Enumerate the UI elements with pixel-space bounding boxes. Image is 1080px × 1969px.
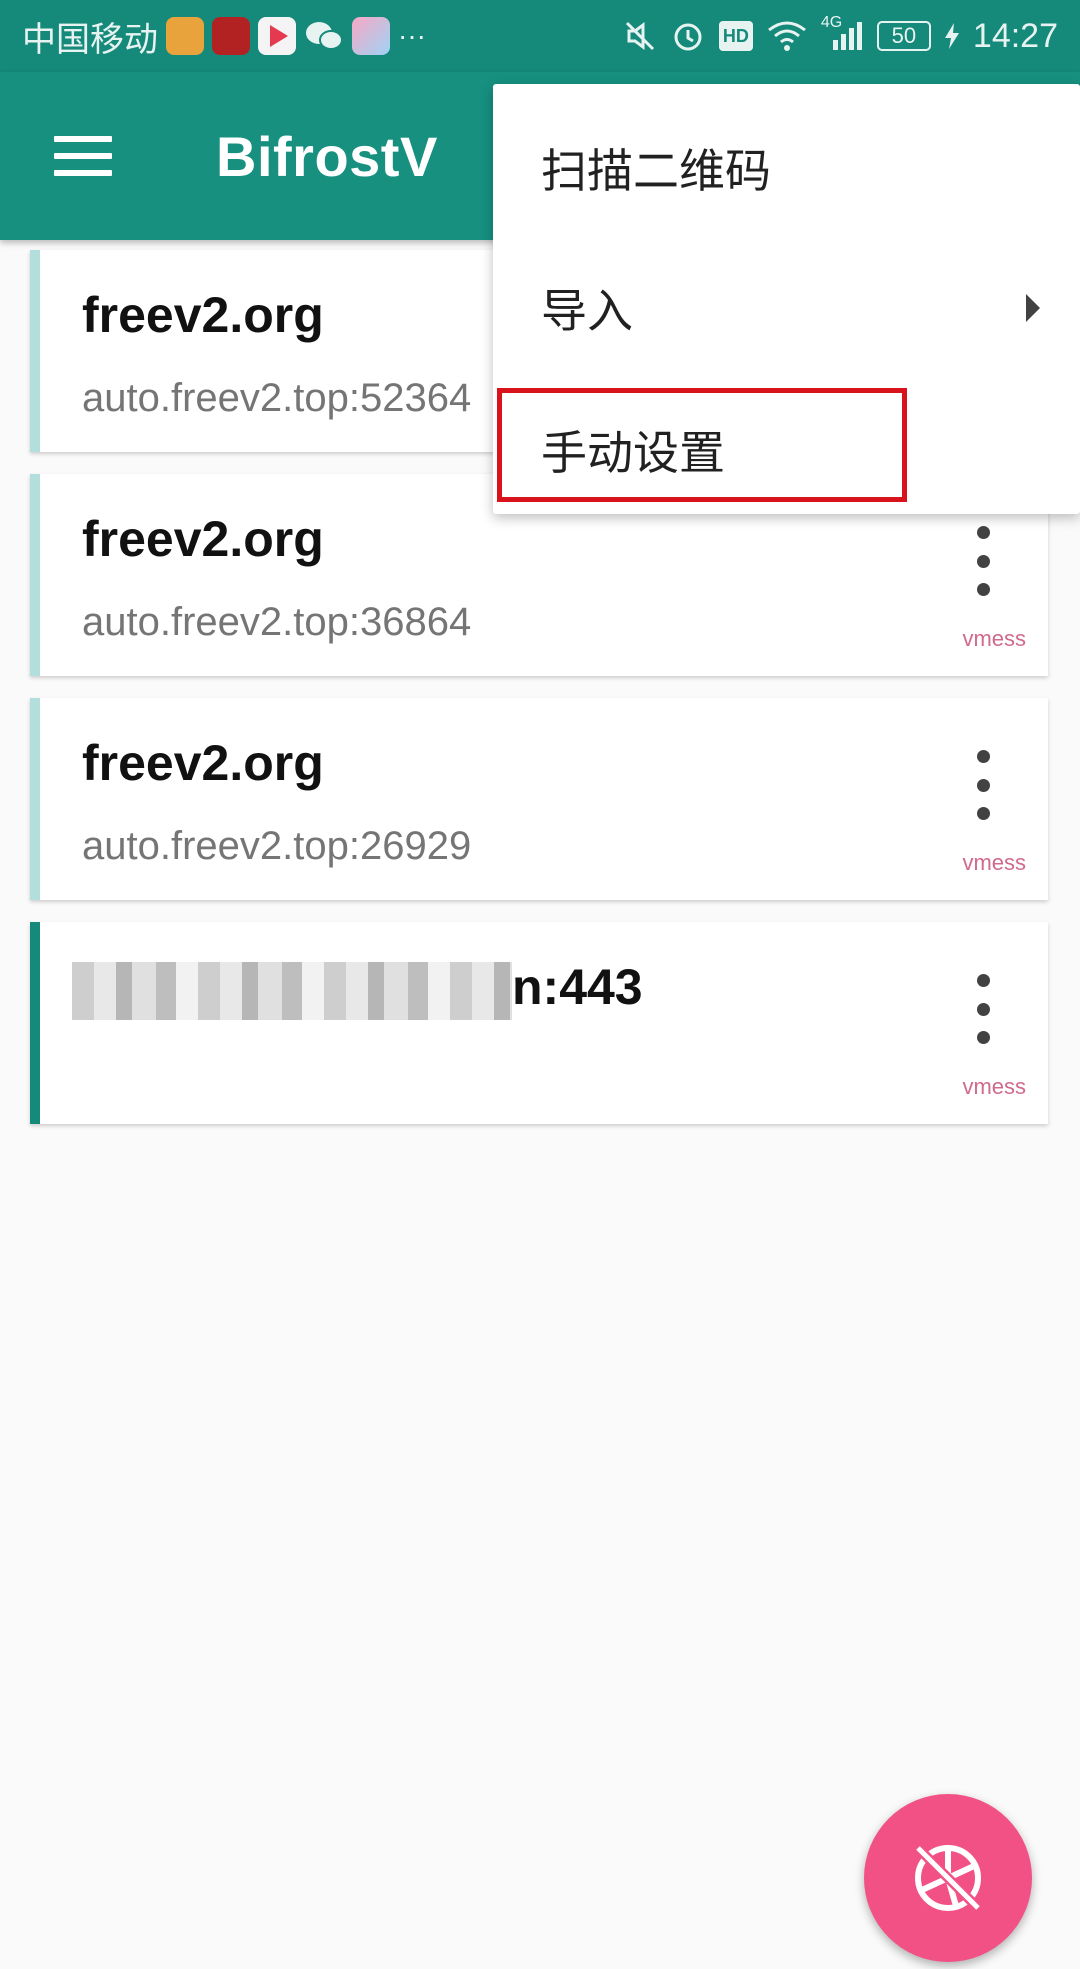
server-card[interactable]: freev2.org auto.freev2.top:26929 vmess (30, 698, 1048, 900)
redacted-text (72, 961, 512, 1020)
more-vert-icon[interactable] (976, 974, 990, 1044)
server-name: freev2.org (82, 287, 324, 343)
server-name: n:443 (72, 958, 643, 1020)
menu-item-label: 手动设置 (541, 426, 725, 480)
more-notifications-indicator: ··· (398, 20, 426, 51)
server-card-selected[interactable]: n:443 vmess (30, 922, 1048, 1124)
submenu-arrow-icon (1026, 294, 1040, 322)
server-type: vmess (962, 626, 1026, 651)
hamburger-icon[interactable] (54, 136, 112, 176)
server-address: auto.freev2.top:26929 (82, 824, 472, 868)
app-notification-icon (352, 17, 390, 55)
menu-item-label: 导入 (541, 284, 633, 338)
cellular-signal-icon: 4G (821, 14, 863, 52)
mute-icon (623, 19, 657, 53)
screen: 中国移动 ··· HD 4G 50 14:27 BifrostV freev2.… (0, 0, 1080, 1969)
clock: 14:27 (972, 16, 1058, 55)
server-address: auto.freev2.top:36864 (82, 600, 472, 644)
hd-icon: HD (718, 21, 753, 51)
airplane-off-icon[interactable] (864, 1794, 1032, 1962)
more-vert-icon[interactable] (976, 750, 990, 820)
wechat-icon (304, 19, 344, 53)
carrier-label: 中国移动 (22, 20, 158, 59)
charging-icon (944, 23, 959, 49)
notification-app-icon (166, 17, 204, 55)
video-app-icon (258, 17, 296, 55)
server-address: auto.freev2.top:52364 (82, 376, 472, 420)
menu-item-manual-setup[interactable]: 手动设置 (493, 380, 1080, 520)
server-name: freev2.org (82, 511, 324, 567)
menu-item-import[interactable]: 导入 (493, 238, 1080, 378)
alarm-icon (671, 19, 705, 53)
overflow-popup-menu: 扫描二维码 导入 手动设置 (493, 84, 1080, 514)
status-bar: 中国移动 ··· HD 4G 50 14:27 (0, 0, 1080, 72)
app-title: BifrostV (216, 125, 438, 188)
menu-item-scan-qr[interactable]: 扫描二维码 (493, 98, 1080, 238)
server-type: vmess (962, 1074, 1026, 1099)
more-vert-icon[interactable] (976, 526, 990, 596)
battery-icon: 50 (876, 21, 931, 51)
status-right: HD 4G 50 14:27 (623, 14, 1058, 56)
server-name-suffix: n:443 (512, 959, 643, 1015)
server-name: freev2.org (82, 735, 324, 791)
server-type: vmess (962, 850, 1026, 875)
notification-app-icon (212, 17, 250, 55)
status-left: 中国移动 ··· (22, 12, 426, 61)
menu-item-label: 扫描二维码 (541, 144, 771, 198)
wifi-icon (767, 20, 807, 52)
